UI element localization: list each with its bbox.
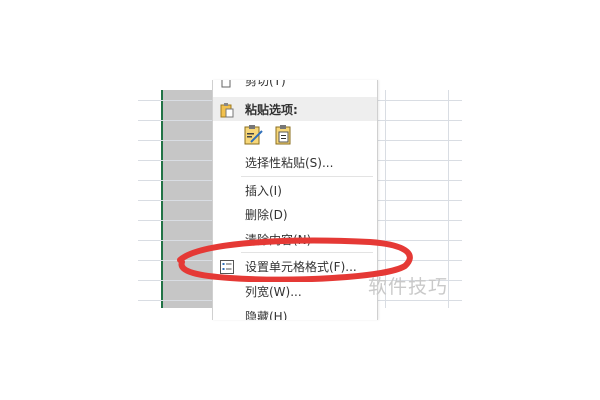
cut-icon bbox=[219, 80, 235, 89]
menu-item-label: 设置单元格格式(F)... bbox=[245, 260, 357, 274]
paste-values-icon[interactable] bbox=[273, 124, 295, 150]
paste-options-group bbox=[243, 124, 303, 148]
menu-item-label: 隐藏(H) bbox=[245, 310, 288, 320]
format-cells-icon bbox=[219, 259, 235, 275]
menu-item-label: 清除内容(N) bbox=[245, 233, 312, 247]
menu-separator bbox=[241, 252, 373, 253]
menu-item-paste-special[interactable]: 选择性粘贴(S)... bbox=[213, 150, 377, 175]
menu-item-delete[interactable]: 删除(D) bbox=[213, 202, 377, 227]
menu-header-paste-options: 粘贴选项: bbox=[213, 97, 377, 121]
menu-item-label: 选择性粘贴(S)... bbox=[245, 156, 334, 170]
menu-item-column-width[interactable]: 列宽(W)... bbox=[213, 279, 377, 304]
watermark-text: 软件技巧 bbox=[368, 276, 449, 298]
menu-item-label: 删除(D) bbox=[245, 208, 288, 222]
menu-separator bbox=[241, 176, 373, 177]
menu-item-clear-contents[interactable]: 清除内容(N) bbox=[213, 227, 377, 252]
menu-item-hide[interactable]: 隐藏(H) bbox=[213, 304, 377, 320]
menu-item-format-cells[interactable]: 设置单元格格式(F)... bbox=[213, 254, 377, 279]
paste-clipboard-icon bbox=[219, 102, 235, 118]
menu-item-insert[interactable]: 插入(I) bbox=[213, 178, 377, 203]
selection-border bbox=[161, 90, 163, 308]
menu-header-label: 粘贴选项: bbox=[245, 102, 298, 117]
menu-item-label: 列宽(W)... bbox=[245, 285, 302, 299]
menu-item-label: 剪切(T) bbox=[245, 80, 286, 88]
paste-keep-formatting-icon[interactable] bbox=[243, 124, 265, 150]
menu-item-label: 插入(I) bbox=[245, 184, 282, 198]
menu-item-cut[interactable]: 剪切(T) bbox=[213, 80, 377, 93]
selected-column[interactable] bbox=[163, 90, 213, 308]
context-menu: 剪切(T) 粘贴选项: 选择性粘贴(S)... 插入(I) 删除(D) 清除内容… bbox=[212, 80, 378, 320]
grid-col-line bbox=[448, 90, 449, 308]
